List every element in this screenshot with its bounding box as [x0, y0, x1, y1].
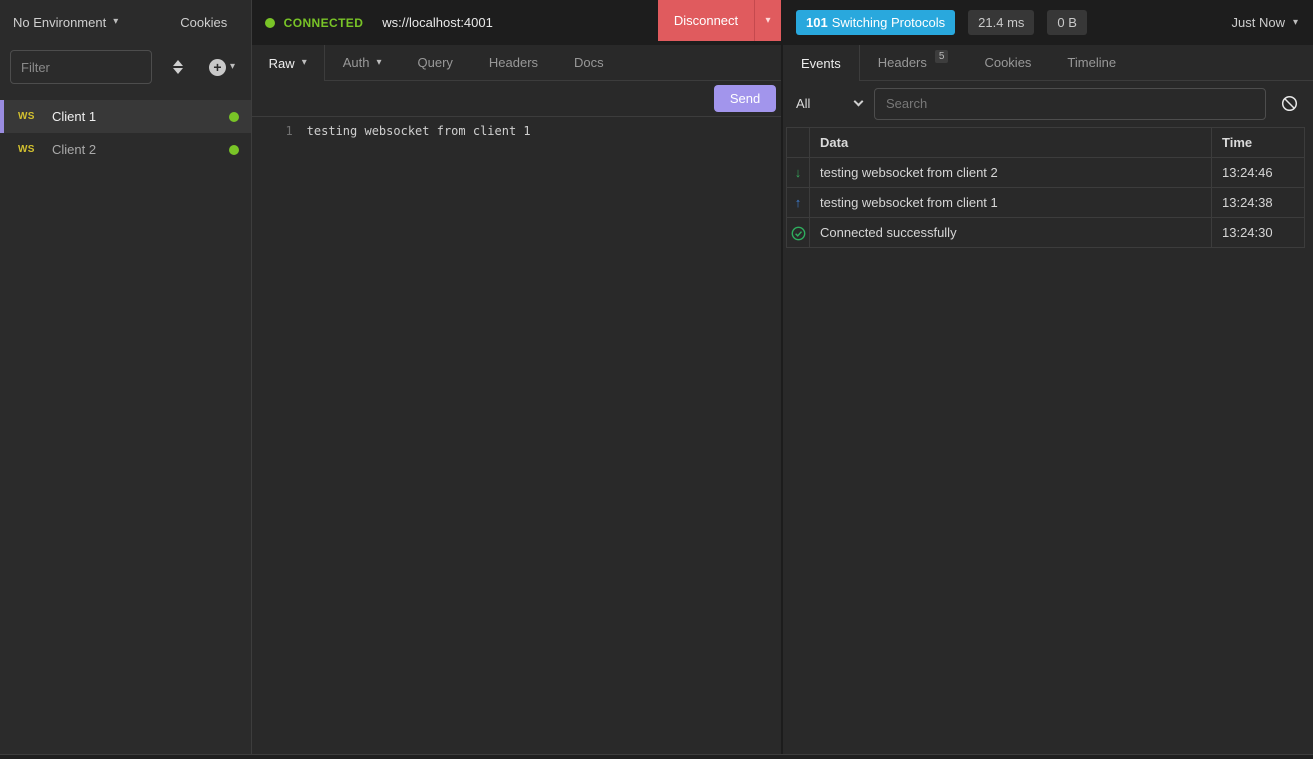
event-data: testing websocket from client 1 — [810, 188, 1212, 218]
app-window: No Environment ▾ Cookies + ▾ WS Client 1 — [0, 0, 1313, 754]
sort-up-icon — [173, 60, 183, 66]
event-data: Connected successfully — [810, 218, 1212, 248]
response-tabstrip: Events Headers5 Cookies Timeline — [783, 45, 1313, 81]
tab-events[interactable]: Events — [783, 45, 860, 81]
events-header-row: Data Time — [787, 128, 1305, 158]
request-pane: CONNECTED ws://localhost:4001 Disconnect… — [252, 0, 783, 754]
status-badge: 101Switching Protocols — [796, 10, 955, 35]
tab-response-cookies[interactable]: Cookies — [966, 45, 1049, 80]
sort-down-icon — [173, 68, 183, 74]
icon-column-header — [787, 128, 810, 158]
event-time: 13:24:46 — [1212, 158, 1305, 188]
websocket-url[interactable]: ws://localhost:4001 — [382, 15, 493, 30]
data-column-header: Data — [810, 128, 1212, 158]
disconnect-button[interactable]: Disconnect ▾ — [658, 0, 781, 41]
plus-icon: + — [209, 59, 226, 76]
request-tabstrip: Raw ▾ Auth ▾ Query Headers Docs — [252, 45, 781, 81]
sidebar: No Environment ▾ Cookies + ▾ WS Client 1 — [0, 0, 252, 754]
connected-dot-icon — [265, 18, 275, 28]
chevron-down-icon: ▾ — [113, 17, 118, 27]
send-button[interactable]: Send — [714, 85, 776, 112]
chevron-down-icon — [854, 97, 864, 107]
events-table: Data Time ↓ testing websocket from clien… — [786, 127, 1305, 248]
event-filter-row: All — [783, 81, 1313, 126]
connection-status-dot — [229, 145, 239, 155]
size-badge: 0 B — [1047, 10, 1087, 35]
send-bar: Send — [252, 81, 781, 117]
request-list: WS Client 1 WS Client 2 — [0, 100, 251, 166]
chevron-down-icon: ▾ — [1293, 18, 1298, 28]
headers-count-badge: 5 — [935, 50, 949, 63]
url-bar: CONNECTED ws://localhost:4001 Disconnect… — [252, 0, 781, 45]
request-name: Client 2 — [52, 142, 229, 157]
response-pane: 101Switching Protocols 21.4 ms 0 B Just … — [783, 0, 1313, 754]
filter-input[interactable] — [10, 50, 152, 84]
add-request-button[interactable]: + ▾ — [209, 59, 235, 76]
tab-raw[interactable]: Raw ▾ — [252, 45, 325, 81]
ws-method-badge: WS — [18, 144, 52, 155]
sidebar-item-client-1[interactable]: WS Client 1 — [0, 100, 251, 133]
event-row-sent[interactable]: ↑ testing websocket from client 1 13:24:… — [787, 188, 1305, 218]
event-row-connected[interactable]: Connected successfully 13:24:30 — [787, 218, 1305, 248]
tab-query[interactable]: Query — [400, 45, 471, 80]
connection-status-dot — [229, 112, 239, 122]
event-data: testing websocket from client 2 — [810, 158, 1212, 188]
arrow-down-icon: ↓ — [795, 165, 802, 180]
chevron-down-icon: ▾ — [376, 58, 381, 68]
clear-events-button[interactable] — [1281, 95, 1298, 112]
environment-selector[interactable]: No Environment ▾ — [13, 15, 118, 30]
ban-icon — [1281, 95, 1298, 112]
chevron-down-icon[interactable]: ▾ — [754, 0, 781, 41]
chevron-down-icon: ▾ — [302, 58, 307, 68]
sidebar-filter-row: + ▾ — [0, 44, 251, 90]
tab-headers[interactable]: Headers — [471, 45, 556, 80]
editor-content[interactable]: testing websocket from client 1 — [307, 122, 531, 754]
event-type-select[interactable]: All — [796, 96, 862, 111]
response-topbar: 101Switching Protocols 21.4 ms 0 B Just … — [783, 0, 1313, 45]
event-time: 13:24:30 — [1212, 218, 1305, 248]
request-name: Client 1 — [52, 109, 229, 124]
connection-status: CONNECTED — [284, 16, 364, 30]
check-circle-icon — [791, 226, 806, 241]
message-editor[interactable]: 1 testing websocket from client 1 — [252, 117, 781, 754]
ws-method-badge: WS — [18, 111, 52, 122]
time-badge: 21.4 ms — [968, 10, 1034, 35]
event-row-received[interactable]: ↓ testing websocket from client 2 13:24:… — [787, 158, 1305, 188]
history-dropdown[interactable]: Just Now ▾ — [1232, 15, 1299, 30]
sort-button[interactable] — [169, 56, 187, 78]
window-bottom-edge — [0, 754, 1313, 759]
environment-label: No Environment — [13, 15, 106, 30]
tab-docs[interactable]: Docs — [556, 45, 622, 80]
sidebar-header: No Environment ▾ Cookies — [0, 0, 251, 44]
arrow-up-icon: ↑ — [795, 195, 802, 210]
tab-response-headers[interactable]: Headers5 — [860, 45, 967, 80]
event-time: 13:24:38 — [1212, 188, 1305, 218]
tab-timeline[interactable]: Timeline — [1049, 45, 1134, 80]
tab-auth[interactable]: Auth ▾ — [325, 45, 400, 80]
event-search-input[interactable] — [874, 88, 1266, 120]
line-number: 1 — [252, 122, 293, 754]
sidebar-item-client-2[interactable]: WS Client 2 — [0, 133, 251, 166]
time-column-header: Time — [1212, 128, 1305, 158]
cookies-button[interactable]: Cookies — [180, 15, 227, 30]
chevron-down-icon: ▾ — [230, 62, 235, 72]
